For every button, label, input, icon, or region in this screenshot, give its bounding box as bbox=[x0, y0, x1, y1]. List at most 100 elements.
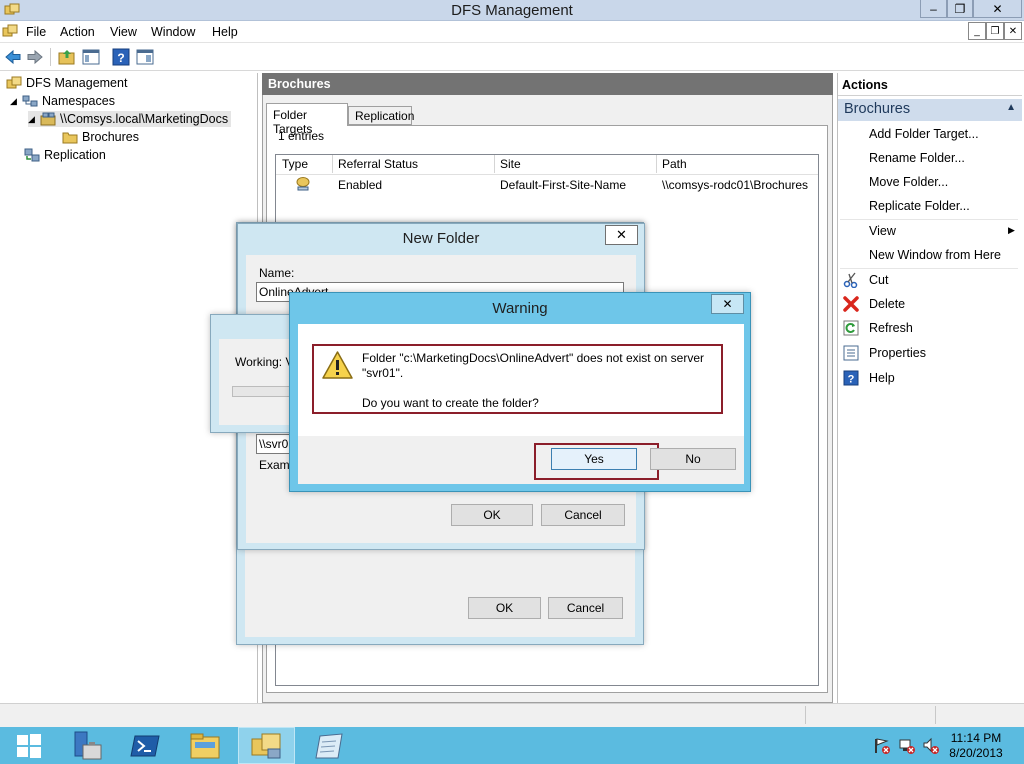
tree-label-root: DFS Management bbox=[26, 76, 128, 90]
tree-label-namespace: \\Comsys.local\MarketingDocs bbox=[60, 112, 229, 126]
action-new-window[interactable]: New Window from Here bbox=[869, 248, 1001, 262]
tree-node-replication[interactable]: Replication bbox=[24, 148, 106, 162]
taskbar-notepad[interactable] bbox=[300, 727, 357, 764]
column-header-referral-status[interactable]: Referral Status bbox=[333, 155, 495, 173]
action-view[interactable]: View bbox=[869, 224, 896, 238]
tree-label-brochures: Brochures bbox=[82, 130, 139, 144]
mdi-close-button[interactable]: ✕ bbox=[1004, 22, 1022, 40]
toolbar: ? bbox=[0, 43, 1024, 71]
tree-node-brochures[interactable]: Brochures bbox=[62, 130, 139, 144]
action-refresh[interactable]: Refresh bbox=[869, 321, 913, 335]
taskbar-dfs-management-active[interactable] bbox=[238, 727, 295, 764]
collapse-arrow-icon[interactable]: ▲ bbox=[1006, 102, 1016, 113]
maximize-button[interactable]: ❐ bbox=[947, 0, 973, 18]
cell-referral-status: Enabled bbox=[338, 178, 383, 192]
powershell-icon bbox=[129, 735, 160, 756]
cell-path: \\comsys-rodc01\Brochures bbox=[662, 178, 809, 192]
volume-icon[interactable] bbox=[922, 737, 940, 755]
show-hide-tree-icon[interactable] bbox=[82, 48, 100, 66]
minimize-button[interactable]: – bbox=[920, 0, 947, 18]
action-center-flag-icon[interactable] bbox=[873, 737, 891, 755]
actions-separator bbox=[840, 268, 1018, 269]
outer-ok-button[interactable]: OK bbox=[468, 597, 541, 619]
tree-node-namespace[interactable]: ◢ \\Comsys.local\MarketingDocs bbox=[28, 111, 232, 127]
menu-window[interactable]: Window bbox=[151, 25, 195, 39]
window-title: DFS Management bbox=[451, 2, 573, 19]
action-help[interactable]: Help bbox=[869, 371, 895, 385]
action-delete[interactable]: Delete bbox=[869, 297, 905, 311]
folder-target-icon bbox=[296, 177, 310, 191]
show-hide-action-pane-icon[interactable] bbox=[136, 48, 154, 66]
menu-file[interactable]: File bbox=[26, 25, 46, 39]
outer-cancel-button[interactable]: Cancel bbox=[548, 597, 623, 619]
results-pane-header: Brochures bbox=[262, 73, 833, 95]
action-rename-folder[interactable]: Rename Folder... bbox=[869, 151, 965, 165]
namespaces-icon bbox=[22, 95, 38, 107]
scissors-icon bbox=[843, 272, 858, 288]
column-header-type[interactable]: Type bbox=[277, 155, 333, 173]
menu-bar: File Action View Window Help _ ❐ ✕ bbox=[0, 21, 1024, 43]
help-icon[interactable]: ? bbox=[112, 48, 130, 66]
refresh-icon bbox=[843, 320, 859, 336]
replication-icon bbox=[24, 148, 40, 162]
expand-arrow-icon[interactable]: ◢ bbox=[10, 96, 22, 107]
warning-dialog-title: Warning bbox=[492, 300, 548, 317]
action-add-folder-target[interactable]: Add Folder Target... bbox=[869, 127, 979, 141]
new-folder-dialog-title: New Folder bbox=[402, 230, 480, 247]
name-label: Name: bbox=[259, 266, 295, 280]
tree-node-dfs-management[interactable]: DFS Management bbox=[6, 76, 127, 90]
tree-label-replication: Replication bbox=[44, 148, 106, 162]
clock-time: 11:14 PM bbox=[950, 731, 1002, 745]
menu-action[interactable]: Action bbox=[60, 25, 95, 39]
file-explorer-icon bbox=[190, 733, 219, 758]
close-button[interactable]: ✕ bbox=[973, 0, 1022, 18]
status-bar bbox=[0, 703, 1024, 727]
entries-count: 1 entries bbox=[278, 129, 325, 143]
tree-label-namespaces: Namespaces bbox=[42, 94, 115, 108]
actions-context-header[interactable]: Brochures ▲ bbox=[838, 99, 1022, 121]
up-folder-icon[interactable] bbox=[58, 48, 76, 66]
forward-arrow-icon[interactable] bbox=[26, 48, 44, 66]
action-properties[interactable]: Properties bbox=[869, 346, 926, 360]
new-folder-cancel-button[interactable]: Cancel bbox=[541, 504, 625, 526]
svg-text:?: ? bbox=[117, 51, 124, 65]
mdi-restore-button[interactable]: ❐ bbox=[986, 22, 1004, 40]
warning-close-button[interactable]: ✕ bbox=[711, 294, 744, 314]
namespace-icon bbox=[40, 112, 56, 126]
taskbar-clock[interactable]: 11:14 PM 8/20/2013 bbox=[946, 731, 1006, 761]
taskbar-powershell[interactable] bbox=[116, 727, 173, 764]
tab-replication[interactable]: Replication bbox=[348, 106, 414, 125]
start-button[interactable] bbox=[0, 727, 57, 764]
action-replicate-folder[interactable]: Replicate Folder... bbox=[869, 199, 970, 213]
warning-question: Do you want to create the folder? bbox=[362, 396, 539, 410]
tree-node-namespaces[interactable]: ◢ Namespaces bbox=[10, 94, 115, 108]
mdi-child-icon[interactable] bbox=[2, 24, 18, 39]
working-progress-bar bbox=[232, 386, 292, 397]
column-header-site[interactable]: Site bbox=[495, 155, 657, 173]
warning-message-line2: "svr01". bbox=[362, 366, 404, 380]
action-cut[interactable]: Cut bbox=[869, 273, 888, 287]
no-button[interactable]: No bbox=[650, 448, 736, 470]
action-move-folder[interactable]: Move Folder... bbox=[869, 175, 948, 189]
mdi-minimize-button[interactable]: _ bbox=[968, 22, 986, 40]
expand-arrow-icon[interactable]: ◢ bbox=[28, 114, 40, 125]
menu-view[interactable]: View bbox=[110, 25, 137, 39]
clock-date: 8/20/2013 bbox=[949, 746, 1003, 760]
column-header-path[interactable]: Path bbox=[657, 155, 818, 173]
toolbar-separator bbox=[50, 48, 51, 66]
new-folder-close-button[interactable]: ✕ bbox=[605, 225, 638, 245]
taskbar-explorer[interactable] bbox=[176, 727, 233, 764]
yes-button[interactable]: Yes bbox=[551, 448, 637, 470]
back-arrow-icon[interactable] bbox=[4, 48, 22, 66]
svg-text:?: ? bbox=[848, 374, 855, 386]
actions-pane bbox=[837, 73, 1024, 703]
network-icon[interactable] bbox=[898, 737, 916, 755]
folder-icon bbox=[62, 132, 78, 144]
delete-icon bbox=[843, 296, 859, 312]
taskbar-server-manager[interactable] bbox=[57, 727, 114, 764]
submenu-arrow-icon: ▶ bbox=[1008, 225, 1015, 235]
new-folder-ok-button[interactable]: OK bbox=[451, 504, 533, 526]
cell-site: Default-First-Site-Name bbox=[500, 178, 627, 192]
tab-folder-targets[interactable]: Folder Targets bbox=[266, 103, 348, 136]
menu-help[interactable]: Help bbox=[212, 25, 238, 39]
